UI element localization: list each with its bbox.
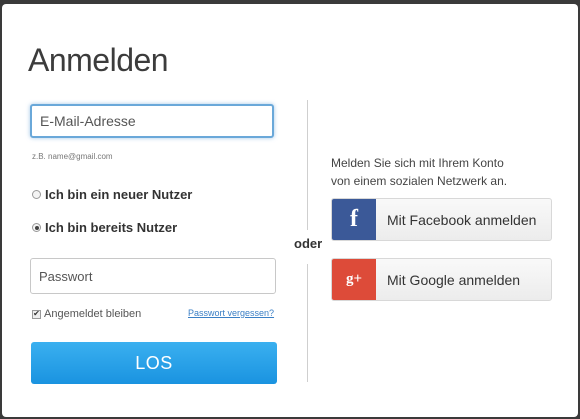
login-dialog: Anmelden z.B. name@gmail.com Ich bin ein…	[2, 4, 578, 417]
forgot-password-link[interactable]: Passwort vergessen?	[188, 308, 274, 318]
facebook-login-label: Mit Facebook anmelden	[387, 211, 537, 228]
divider-bottom	[307, 264, 308, 382]
radio-existing-user-icon[interactable]	[32, 223, 41, 232]
email-input[interactable]	[30, 104, 274, 138]
page-title: Anmelden	[28, 42, 169, 78]
submit-button[interactable]: LOS	[31, 342, 277, 384]
remember-checkbox-icon[interactable]: ✔	[32, 309, 41, 319]
social-prompt: Melden Sie sich mit Ihrem Konto von eine…	[331, 154, 507, 190]
radio-existing-user-label: Ich bin bereits Nutzer	[45, 220, 178, 235]
radio-new-user[interactable]: Ich bin ein neuer Nutzer	[32, 187, 192, 202]
social-prompt-line1: Melden Sie sich mit Ihrem Konto	[331, 156, 504, 170]
radio-existing-user[interactable]: Ich bin bereits Nutzer	[32, 220, 177, 235]
password-input[interactable]	[30, 258, 276, 294]
google-plus-icon: g+	[332, 259, 376, 300]
radio-new-user-label: Ich bin ein neuer Nutzer	[45, 187, 193, 202]
facebook-icon: f	[332, 199, 376, 240]
email-hint: z.B. name@gmail.com	[32, 152, 113, 161]
google-login-label: Mit Google anmelden	[387, 271, 521, 288]
google-login-button[interactable]: g+ Mit Google anmelden	[331, 258, 552, 301]
social-prompt-line2: von einem sozialen Netzwerk an.	[331, 174, 508, 188]
divider-text: oder	[294, 236, 323, 251]
radio-new-user-icon[interactable]	[32, 190, 41, 199]
remember-me[interactable]: ✔ Angemeldet bleiben	[32, 308, 141, 320]
remember-label: Angemeldet bleiben	[44, 308, 142, 320]
divider-top	[307, 100, 308, 230]
facebook-login-button[interactable]: f Mit Facebook anmelden	[331, 198, 552, 241]
